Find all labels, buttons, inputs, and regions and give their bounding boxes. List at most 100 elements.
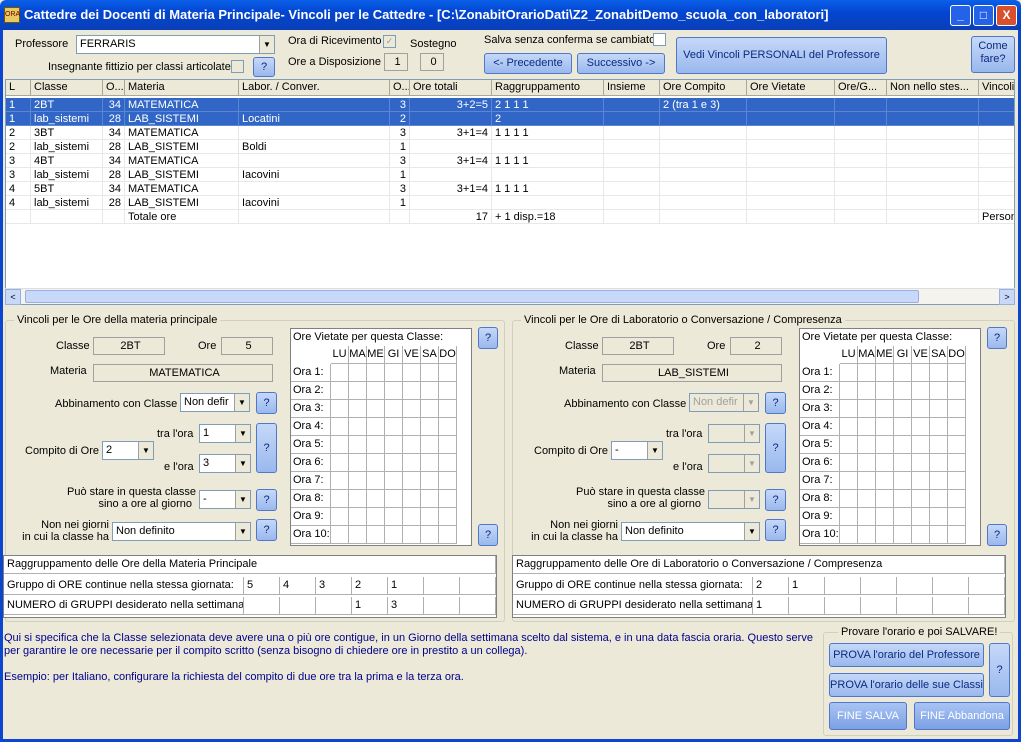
right-tra-select[interactable]: ▼	[708, 424, 760, 443]
vietata-cell[interactable]	[930, 418, 948, 436]
vietata-cell[interactable]	[331, 526, 349, 544]
vietata-cell[interactable]	[403, 490, 421, 508]
right-ore-field[interactable]: 2	[730, 337, 782, 355]
vietata-cell[interactable]	[858, 364, 876, 382]
vietata-cell[interactable]	[840, 454, 858, 472]
vietata-cell[interactable]	[385, 490, 403, 508]
vietata-cell[interactable]	[912, 364, 930, 382]
vietata-cell[interactable]	[403, 454, 421, 472]
come-fare-button[interactable]: Come fare?	[971, 36, 1015, 73]
rag-cell[interactable]	[460, 597, 496, 615]
vietata-cell[interactable]	[912, 472, 930, 490]
vietata-cell[interactable]	[858, 418, 876, 436]
vietata-cell[interactable]	[894, 382, 912, 400]
right-stare-select[interactable]: ▼	[708, 490, 760, 509]
rag-cell[interactable]	[861, 597, 897, 615]
rag-cell[interactable]: 5	[244, 577, 280, 595]
vietata-cell[interactable]	[930, 508, 948, 526]
vietata-cell[interactable]	[876, 490, 894, 508]
rag-cell[interactable]	[460, 577, 496, 595]
vietata-cell[interactable]	[948, 418, 966, 436]
column-header[interactable]: Raggruppamento	[492, 80, 604, 96]
vietata-cell[interactable]	[421, 418, 439, 436]
vietata-cell[interactable]	[367, 382, 385, 400]
left-nonnei-select[interactable]: Non definito ▼	[112, 522, 251, 541]
vietata-cell[interactable]	[948, 526, 966, 544]
column-header[interactable]: O...	[103, 80, 125, 96]
vietata-cell[interactable]	[876, 472, 894, 490]
right-e-select[interactable]: ▼	[708, 454, 760, 473]
vietata-cell[interactable]	[840, 382, 858, 400]
vietata-cell[interactable]	[439, 400, 457, 418]
vietata-cell[interactable]	[331, 364, 349, 382]
left-stare-select[interactable]: - ▼	[199, 490, 251, 509]
vietata-cell[interactable]	[403, 400, 421, 418]
right-abbinamento-select[interactable]: Non defir ▼	[689, 393, 759, 412]
left-vietate-help-button-2[interactable]: ?	[478, 524, 498, 546]
rag-cell[interactable]	[244, 597, 280, 615]
left-abbinamento-help-button[interactable]: ?	[256, 392, 277, 414]
vietata-cell[interactable]	[331, 418, 349, 436]
cattedre-grid[interactable]: L Classe O... Materia Labor. / Conver. O... Or…	[5, 79, 1015, 305]
vietata-cell[interactable]	[403, 364, 421, 382]
vietata-cell[interactable]	[421, 454, 439, 472]
fittizio-checkbox[interactable]	[231, 60, 244, 73]
vietata-cell[interactable]	[840, 436, 858, 454]
vietata-cell[interactable]	[385, 472, 403, 490]
rag-cell[interactable]	[897, 577, 933, 595]
vietata-cell[interactable]	[930, 382, 948, 400]
vietata-cell[interactable]	[385, 454, 403, 472]
minimize-button[interactable]: _	[950, 5, 971, 26]
vietata-cell[interactable]	[948, 490, 966, 508]
vietata-cell[interactable]	[367, 364, 385, 382]
vietata-cell[interactable]	[858, 382, 876, 400]
column-header[interactable]: Classe	[31, 80, 103, 96]
vietata-cell[interactable]	[912, 382, 930, 400]
vietata-cell[interactable]	[894, 490, 912, 508]
column-header[interactable]: L	[6, 80, 31, 96]
vietata-cell[interactable]	[840, 418, 858, 436]
left-ore-field[interactable]: 5	[221, 337, 273, 355]
rag-cell[interactable]	[789, 597, 825, 615]
column-header[interactable]: Ore/G...	[835, 80, 887, 96]
vietata-cell[interactable]	[367, 508, 385, 526]
vietata-cell[interactable]	[876, 418, 894, 436]
close-button[interactable]: X	[996, 5, 1017, 26]
vietata-cell[interactable]	[367, 400, 385, 418]
vietata-cell[interactable]	[858, 400, 876, 418]
vietata-cell[interactable]	[840, 400, 858, 418]
column-header[interactable]: O...	[390, 80, 410, 96]
vietata-cell[interactable]	[858, 436, 876, 454]
rag-cell[interactable]	[424, 597, 460, 615]
vietata-cell[interactable]	[840, 472, 858, 490]
scroll-left-icon[interactable]: <	[5, 289, 21, 305]
column-header[interactable]: Insieme	[604, 80, 660, 96]
column-header[interactable]: Non nello stes...	[887, 80, 979, 96]
vietata-cell[interactable]	[930, 472, 948, 490]
vietata-cell[interactable]	[948, 508, 966, 526]
prova-professore-button[interactable]: PROVA l'orario del Professore	[829, 643, 984, 667]
vietata-cell[interactable]	[930, 436, 948, 454]
rag-cell[interactable]	[280, 597, 316, 615]
left-vietate-table[interactable]: Ore Vietate per questa Classe: LU MA ME GI VE…	[290, 328, 472, 546]
rag-cell[interactable]	[897, 597, 933, 615]
vietata-cell[interactable]	[403, 472, 421, 490]
vietata-cell[interactable]	[912, 454, 930, 472]
column-header[interactable]: Materia	[125, 80, 239, 96]
scroll-thumb[interactable]	[25, 290, 919, 303]
vietata-cell[interactable]	[421, 400, 439, 418]
vietata-cell[interactable]	[894, 472, 912, 490]
vietata-cell[interactable]	[930, 364, 948, 382]
vietata-cell[interactable]	[385, 382, 403, 400]
vietata-cell[interactable]	[349, 526, 367, 544]
vietata-cell[interactable]	[385, 508, 403, 526]
vietata-cell[interactable]	[948, 436, 966, 454]
rag-cell[interactable]	[825, 577, 861, 595]
vietata-cell[interactable]	[948, 382, 966, 400]
vietata-cell[interactable]	[367, 436, 385, 454]
vietata-cell[interactable]	[876, 364, 894, 382]
vietata-cell[interactable]	[439, 526, 457, 544]
right-vietate-help-button-2[interactable]: ?	[987, 524, 1007, 546]
vietata-cell[interactable]	[349, 454, 367, 472]
vietata-cell[interactable]	[912, 418, 930, 436]
